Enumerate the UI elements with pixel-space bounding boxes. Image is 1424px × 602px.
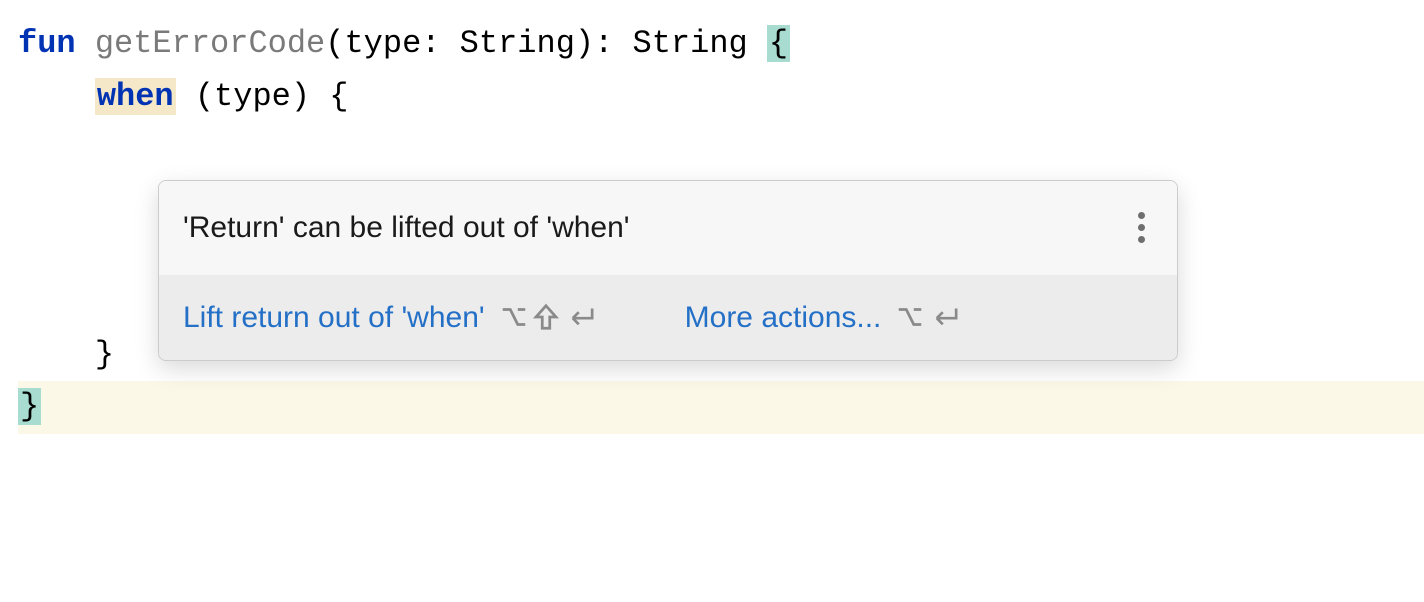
code-line-2[interactable]: when (type) { <box>18 71 1424 124</box>
popup-actions-row: Lift return out of 'when' More actions..… <box>159 275 1177 361</box>
when-expression: (type) { <box>195 78 349 115</box>
enter-key-icon <box>563 304 597 330</box>
intention-popup: 'Return' can be lifted out of 'when' Lif… <box>158 180 1178 361</box>
param-name: type <box>344 25 421 62</box>
return-type: String <box>633 25 748 62</box>
close-brace-highlighted: } <box>18 388 41 425</box>
indent <box>18 78 95 115</box>
lift-return-action[interactable]: Lift return out of 'when' <box>183 293 485 343</box>
space <box>176 78 195 115</box>
function-name: getErrorCode <box>95 25 325 62</box>
space <box>748 25 767 62</box>
shortcut-alt-enter <box>895 302 961 332</box>
indent <box>18 336 95 373</box>
return-colon: : <box>594 25 632 62</box>
option-key-icon <box>895 302 925 332</box>
open-brace-highlighted: { <box>767 25 790 62</box>
popup-header: 'Return' can be lifted out of 'when' <box>159 181 1177 275</box>
more-options-icon[interactable] <box>1130 208 1153 247</box>
close-brace: } <box>95 336 114 373</box>
close-paren: ) <box>575 25 594 62</box>
keyword-fun: fun <box>18 25 76 62</box>
popup-title: 'Return' can be lifted out of 'when' <box>183 203 630 253</box>
code-line-4[interactable]: } <box>18 381 1424 434</box>
shift-key-icon <box>531 302 561 332</box>
shortcut-alt-shift-enter <box>499 302 597 332</box>
option-key-icon <box>499 302 529 332</box>
open-paren: ( <box>325 25 344 62</box>
param-type: String <box>460 25 575 62</box>
enter-key-icon <box>927 304 961 330</box>
more-actions-link[interactable]: More actions... <box>685 293 882 343</box>
keyword-when-highlighted: when <box>95 78 176 115</box>
colon: : <box>421 25 459 62</box>
code-line-1[interactable]: fun getErrorCode(type: String): String { <box>18 18 1424 71</box>
